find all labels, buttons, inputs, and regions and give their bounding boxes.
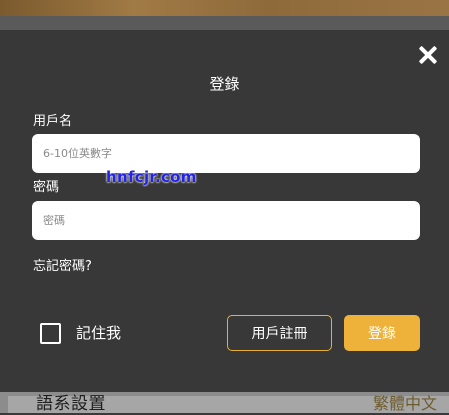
password-input[interactable] — [32, 201, 420, 240]
username-input[interactable] — [32, 134, 420, 173]
register-button[interactable]: 用戶註冊 — [227, 315, 332, 351]
username-label: 用戶名 — [33, 114, 73, 129]
login-button[interactable]: 登錄 — [344, 315, 420, 351]
language-setting-label: 語系設置 — [36, 394, 106, 414]
remember-me-label: 記住我 — [76, 324, 122, 342]
background-gap — [0, 16, 449, 30]
language-setting-value[interactable]: 繁體中文 — [373, 393, 437, 415]
modal-title: 登錄 — [209, 75, 240, 93]
remember-me-toggle[interactable]: 記住我 — [40, 322, 121, 344]
checkbox-icon[interactable] — [40, 322, 61, 344]
login-modal: 登錄 用戶名 密碼 忘記密碼? 記住我 用戶註冊 登錄 — [0, 30, 449, 392]
close-icon[interactable] — [417, 44, 439, 66]
password-label: 密碼 — [33, 180, 60, 195]
watermark-text: hnfcjr.com — [106, 168, 197, 186]
background-banner — [0, 0, 449, 16]
forgot-password-link[interactable]: 忘記密碼? — [33, 258, 92, 276]
